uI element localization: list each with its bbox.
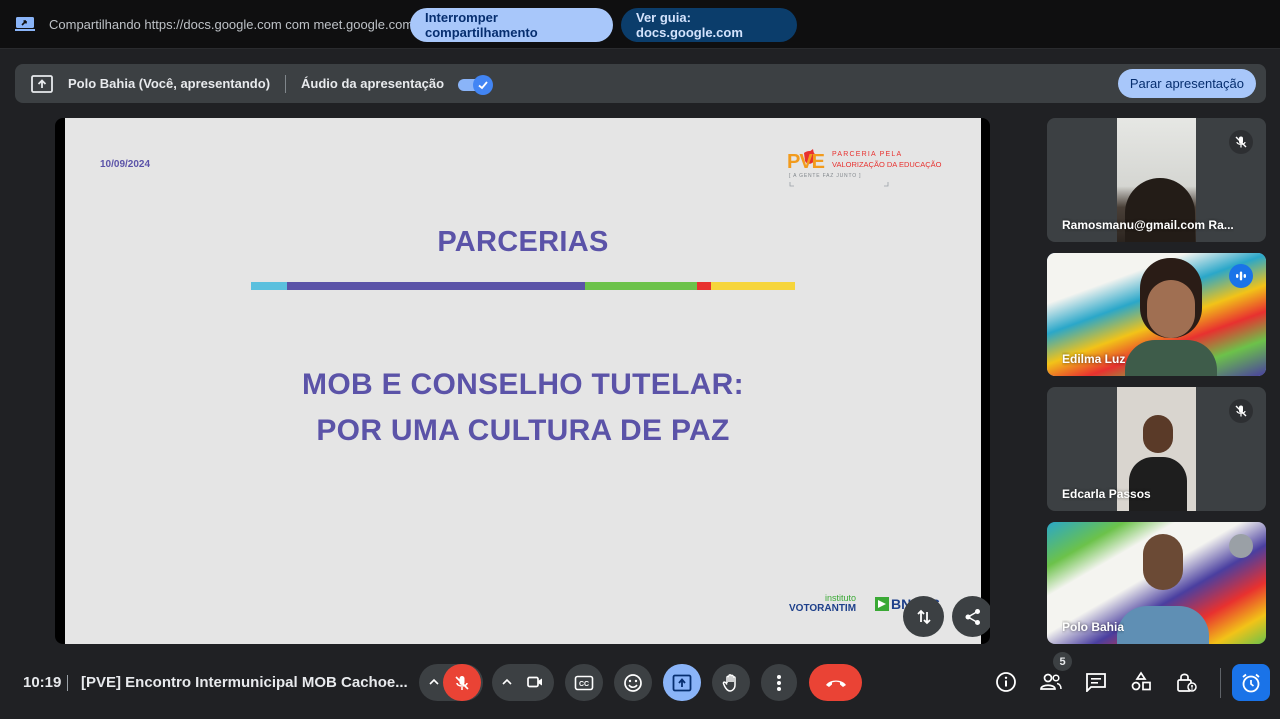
speaking-indicator-icon bbox=[1229, 264, 1253, 288]
present-now-button[interactable] bbox=[663, 664, 701, 701]
info-icon bbox=[996, 672, 1016, 692]
video-person bbox=[1125, 178, 1195, 242]
host-controls-button[interactable] bbox=[1173, 669, 1199, 695]
video-options-button[interactable] bbox=[492, 664, 554, 701]
meeting-title: [PVE] Encontro Intermunicipal MOB Cachoe… bbox=[81, 674, 408, 691]
votorantim-logo-name: VOTORANTIM bbox=[789, 603, 857, 614]
activities-button[interactable] bbox=[1128, 669, 1154, 695]
mic-off-icon bbox=[455, 675, 469, 690]
avatar bbox=[1229, 534, 1253, 558]
divider bbox=[1220, 668, 1221, 698]
stop-presentation-button[interactable]: Parar apresentação bbox=[1117, 69, 1256, 98]
sharing-bar: Compartilhando https://docs.google.com c… bbox=[0, 0, 1280, 49]
lock-person-icon bbox=[1177, 673, 1197, 692]
participant-tile[interactable]: Edcarla Passos bbox=[1047, 387, 1266, 511]
slide-title-line2: POR UMA CULTURA DE PAZ bbox=[316, 414, 730, 447]
slide: 10/09/2024 PVE PARCERIA PELA VALORIZAÇÃO… bbox=[65, 118, 990, 644]
participant-name: Polo Bahia bbox=[1062, 620, 1125, 634]
pve-logo: PVE PARCERIA PELA VALORIZAÇÃO DA EDUCAÇÃ… bbox=[787, 149, 957, 187]
swap-layout-button[interactable] bbox=[903, 596, 944, 637]
shapes-icon bbox=[1131, 671, 1151, 691]
hang-up-icon bbox=[825, 680, 846, 687]
hand-icon bbox=[722, 673, 736, 692]
mic-toggle-button[interactable] bbox=[443, 664, 481, 701]
chat-icon bbox=[1086, 673, 1106, 692]
closed-captions-icon: CC bbox=[574, 675, 594, 690]
reactions-button[interactable] bbox=[614, 664, 652, 701]
divider bbox=[285, 74, 287, 93]
screen-share-icon bbox=[15, 16, 35, 32]
more-vert-icon bbox=[777, 674, 781, 691]
sharing-status-text: Compartilhando https://docs.google.com c… bbox=[49, 16, 414, 32]
slide-title: MOB E CONSELHO TUTELAR: POR UMA CULTURA … bbox=[65, 362, 981, 454]
participant-name: Ramosmanu@gmail.com Ra... bbox=[1062, 218, 1234, 232]
participant-tile[interactable]: Edilma Luz bbox=[1047, 253, 1266, 376]
raise-hand-button[interactable] bbox=[712, 664, 750, 701]
slide-date: 10/09/2024 bbox=[100, 159, 151, 170]
presenter-name: Polo Bahia (Você, apresentando) bbox=[68, 76, 271, 91]
share-slide-button[interactable] bbox=[952, 596, 990, 637]
pve-logo-tagline: [ A GENTE FAZ JUNTO ] bbox=[789, 173, 862, 179]
check-icon bbox=[473, 74, 494, 95]
votorantim-logo: instituto VOTORANTIM bbox=[789, 593, 856, 614]
participant-tile[interactable]: Polo Bahia bbox=[1047, 522, 1266, 644]
slide-heading: PARCERIAS bbox=[437, 226, 609, 258]
presentation-stage: 10/09/2024 PVE PARCERIA PELA VALORIZAÇÃO… bbox=[55, 118, 990, 644]
colored-divider bbox=[251, 282, 795, 290]
swap-arrows-icon bbox=[916, 609, 931, 624]
meeting-clock: 10:19 bbox=[23, 674, 62, 691]
votorantim-logo-top: instituto bbox=[825, 593, 857, 603]
svg-text:CC: CC bbox=[579, 681, 589, 688]
view-guide-button[interactable]: Ver guia: docs.google.com bbox=[621, 8, 797, 42]
captions-button[interactable]: CC bbox=[565, 664, 603, 701]
participant-name: Edilma Luz bbox=[1062, 352, 1126, 366]
camera-icon[interactable] bbox=[526, 673, 544, 691]
share-icon bbox=[965, 608, 980, 625]
slide-title-line1: MOB E CONSELHO TUTELAR: bbox=[302, 368, 744, 401]
presentation-audio-toggle[interactable] bbox=[458, 74, 494, 95]
emoji-icon bbox=[624, 673, 642, 692]
meeting-details-button[interactable] bbox=[993, 669, 1019, 695]
mic-off-icon bbox=[1229, 399, 1253, 423]
stop-sharing-button[interactable]: Interromper compartilhamento bbox=[410, 8, 613, 42]
bndes-mark-icon bbox=[875, 597, 889, 611]
present-icon bbox=[31, 74, 53, 93]
people-button[interactable] bbox=[1038, 669, 1064, 695]
alarm-button[interactable] bbox=[1232, 664, 1270, 701]
pve-logo-line1: PARCERIA PELA bbox=[832, 151, 903, 158]
alarm-clock-icon bbox=[1242, 673, 1260, 692]
leave-call-button[interactable] bbox=[809, 664, 862, 701]
chevron-up-icon bbox=[429, 678, 439, 685]
video-person bbox=[1125, 258, 1217, 376]
people-icon bbox=[1040, 673, 1062, 690]
presentation-audio-label: Áudio da apresentação bbox=[301, 76, 445, 91]
pve-logo-letters: PVE bbox=[787, 151, 825, 173]
more-options-button[interactable] bbox=[761, 664, 797, 701]
video-person bbox=[1117, 532, 1209, 644]
presentation-bar: Polo Bahia (Você, apresentando) Áudio da… bbox=[15, 64, 1266, 103]
divider bbox=[67, 675, 68, 691]
pve-logo-line2: VALORIZAÇÃO DA EDUCAÇÃO bbox=[832, 160, 942, 169]
chat-button[interactable] bbox=[1083, 669, 1109, 695]
participant-name: Edcarla Passos bbox=[1062, 487, 1151, 501]
participant-tile[interactable]: Ramosmanu@gmail.com Ra... bbox=[1047, 118, 1266, 242]
mic-off-icon bbox=[1229, 130, 1253, 154]
present-icon bbox=[672, 674, 692, 691]
chevron-up-icon bbox=[502, 678, 512, 685]
